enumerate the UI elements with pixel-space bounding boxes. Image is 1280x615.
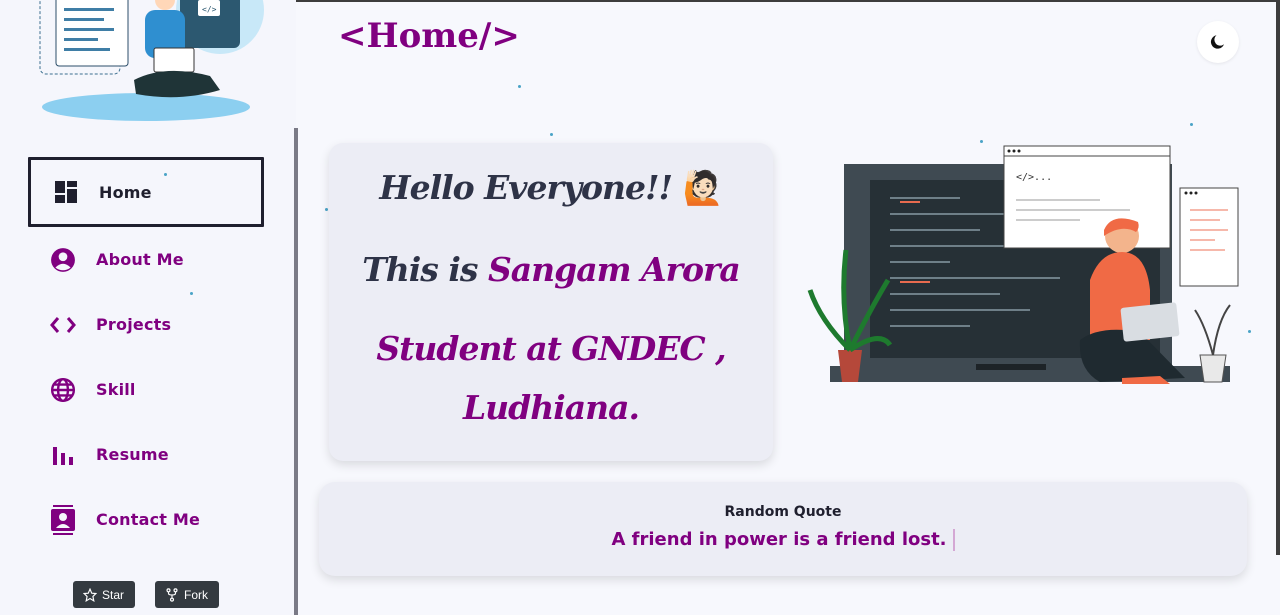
github-star-button[interactable]: Star [73, 581, 135, 608]
developer-illustration: </> [39, 0, 264, 121]
sidebar-item-about-me[interactable]: About Me [28, 227, 264, 292]
sidebar-item-label: Resume [96, 445, 169, 464]
greeting-text: Hello Everyone!! [379, 168, 673, 207]
fork-label: Fork [184, 587, 208, 602]
svg-text:</>...: </>... [1016, 172, 1052, 183]
sidebar-item-contact-me[interactable]: Contact Me [28, 487, 264, 552]
sidebar-nav: Home About Me Projects Skill Resume Cont… [28, 157, 264, 552]
decorative-dot [550, 133, 553, 136]
sidebar: </> Home About Me Projects Skill Resume … [0, 0, 296, 615]
decorative-dot [190, 292, 193, 295]
sidebar-item-label: Contact Me [96, 510, 201, 529]
role-line-2: Ludhiana. [462, 388, 640, 427]
sidebar-item-home[interactable]: Home [28, 157, 264, 227]
bar-chart-icon [50, 442, 76, 468]
sidebar-divider [294, 128, 298, 615]
sidebar-item-label: Home [99, 182, 152, 202]
sidebar-item-label: Projects [96, 315, 172, 334]
globe-icon [50, 377, 76, 403]
code-icon [50, 312, 76, 338]
moon-icon [1210, 35, 1224, 49]
intro-name: Sangam Arora [487, 250, 741, 289]
decorative-dot [325, 208, 328, 211]
star-icon [83, 587, 97, 602]
decorative-dot [1248, 330, 1251, 333]
svg-text:</>: </> [202, 5, 217, 14]
name-line: This is Sangam Arora [329, 250, 773, 289]
developer-laptop-illustration: </>... [807, 145, 1239, 384]
quote-text: A friend in power is a friend lost. [611, 529, 947, 550]
star-label: Star [102, 587, 125, 602]
window-edge [1276, 0, 1280, 555]
quote-heading: Random Quote [724, 504, 842, 520]
sidebar-item-projects[interactable]: Projects [28, 292, 264, 357]
fork-icon [166, 587, 178, 602]
intro-prefix: This is [362, 250, 488, 289]
decorative-dot [1190, 123, 1193, 126]
theme-toggle-button[interactable] [1197, 21, 1239, 63]
user-circle-icon [50, 247, 76, 273]
raising-hand-emoji: 🙋🏻 [682, 168, 724, 207]
github-fork-button[interactable]: Fork [155, 581, 219, 608]
page-title: <Home/> [338, 16, 520, 56]
sidebar-item-resume[interactable]: Resume [28, 422, 264, 487]
sidebar-item-skill[interactable]: Skill [28, 357, 264, 422]
role-line-1: Student at GNDEC , [376, 329, 726, 368]
decorative-dot [164, 173, 167, 176]
quote-text-line: A friend in power is a friend lost. [319, 529, 1247, 551]
sidebar-item-label: Skill [96, 380, 136, 399]
intro-card: Hello Everyone!! 🙋🏻 This is Sangam Arora… [329, 143, 773, 461]
greeting-line: Hello Everyone!! 🙋🏻 [329, 168, 773, 208]
random-quote-card: Random Quote A friend in power is a frie… [319, 482, 1247, 576]
decorative-dot [518, 85, 521, 88]
sidebar-item-label: About Me [96, 250, 184, 269]
typing-cursor [952, 529, 955, 551]
dashboard-icon [53, 179, 79, 205]
contact-card-icon [50, 504, 76, 535]
